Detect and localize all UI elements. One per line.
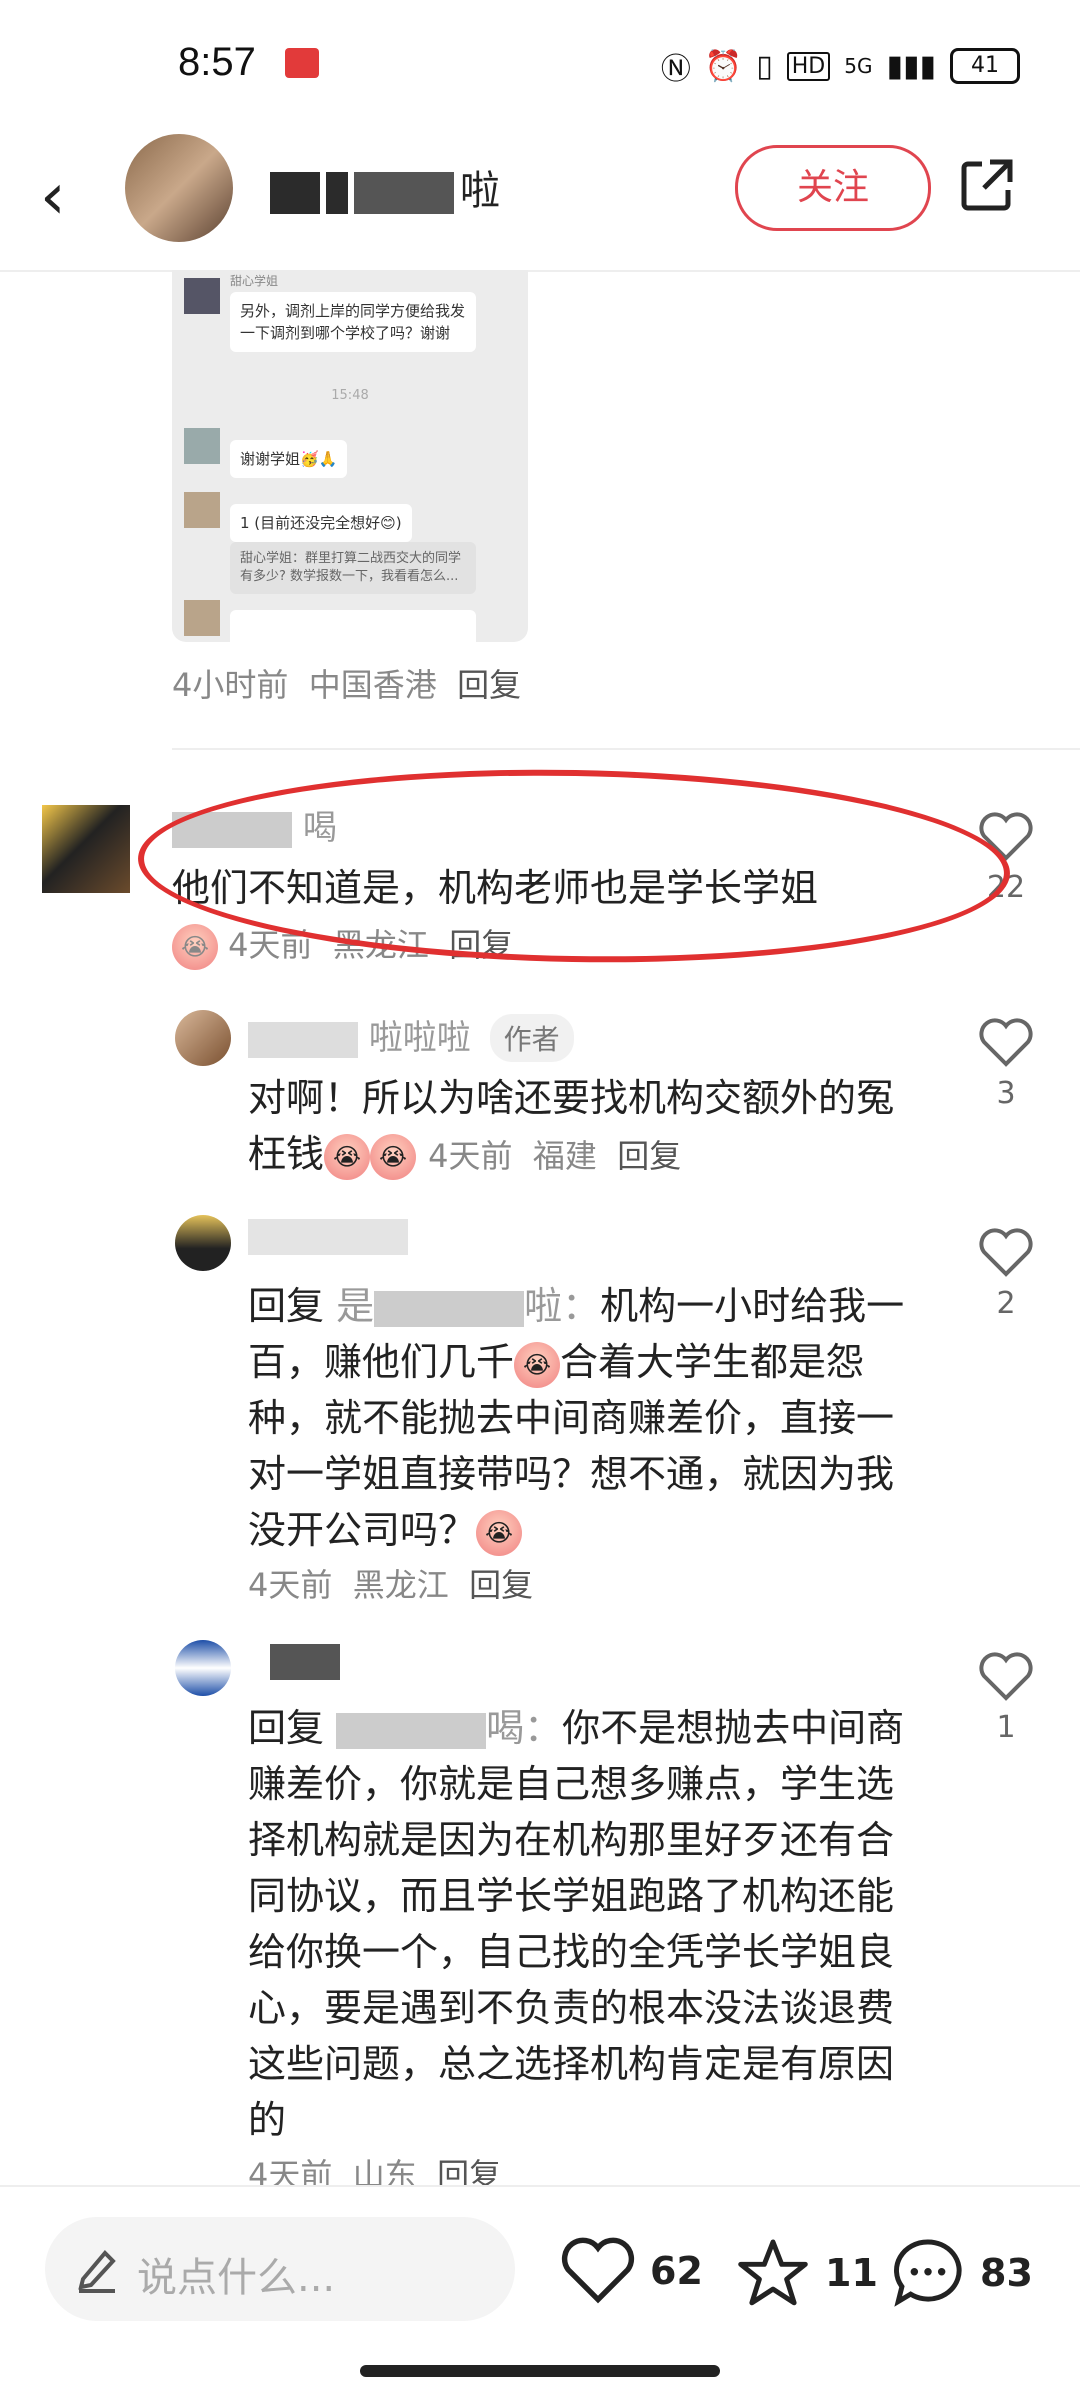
app-notification-icon	[285, 48, 319, 78]
commenter-avatar[interactable]	[175, 1640, 231, 1696]
comment-count: 83	[980, 2251, 1033, 2295]
comment-time: 4天前	[428, 1137, 513, 1175]
follow-button[interactable]: 关注	[735, 145, 931, 231]
comment-location: 福建	[532, 1137, 597, 1175]
heart-icon	[979, 1652, 1033, 1701]
nfc-icon: Ⓝ	[660, 52, 691, 87]
comment-text[interactable]: 对啊！所以为啥还要找机构交额外的冤枉钱 😭 😭 4天前 福建 回复	[248, 1070, 928, 1184]
comment-bubble-icon	[894, 2239, 962, 2307]
commenter-name[interactable]: 啦啦啦 作者	[248, 1010, 574, 1062]
chat-bubble: 1 (目前还没完全想好😊)	[230, 504, 412, 542]
collect-button[interactable]: 11	[735, 2237, 878, 2309]
home-indicator[interactable]	[360, 2365, 720, 2377]
comment-text-body: 你不是想抛去中间商赚差价，你就是自己想多赚点，学生选择机构就是因为在机构那里好歹…	[248, 1706, 905, 2142]
reply-button[interactable]: 回复	[457, 666, 521, 704]
comment-time: 4小时前	[172, 666, 289, 704]
redacted-block	[336, 1712, 487, 1749]
commenter-name-visible: 啦啦啦	[368, 1018, 471, 1058]
chat-avatar	[184, 600, 220, 636]
post-header: ‹ 啦 关注	[0, 130, 1080, 272]
star-icon	[738, 2239, 808, 2306]
chat-avatar	[184, 428, 220, 464]
redacted-block	[374, 1290, 525, 1327]
chat-avatar	[184, 492, 220, 528]
bottom-action-bar: 说点什么... 62 11 83	[0, 2185, 1080, 2402]
network-label: 5G	[844, 54, 873, 78]
chat-sender-name: 甜心学姐	[230, 274, 279, 288]
status-bar: 8:57 Ⓝ ⏰ ▯ HD 5G ▮▮▮ 41	[0, 0, 1080, 130]
like-button[interactable]: 2	[966, 1228, 1046, 1321]
signal-icon: ▮▮▮	[886, 48, 936, 84]
reply-button[interactable]: 回复	[469, 1566, 533, 1604]
commenter-avatar[interactable]	[42, 805, 130, 893]
chat-quote: 甜心学姐：群里打算二战西交大的同学有多少? 数学报数一下，我看看怎么...	[230, 542, 476, 594]
redacted-block	[270, 172, 320, 214]
redacted-block	[270, 1643, 340, 1680]
reply-button[interactable]: 回复	[617, 1137, 681, 1175]
like-count: 1	[996, 1710, 1016, 1745]
comment-meta: 4天前 福建 回复	[428, 1137, 681, 1175]
reply-target[interactable]: 喝：	[336, 1706, 562, 1750]
heart-icon	[561, 2237, 635, 2304]
commenter-name[interactable]	[248, 1215, 408, 1255]
like-count: 3	[996, 1076, 1016, 1111]
heart-icon	[979, 1018, 1033, 1067]
chat-screenshot-image[interactable]: 甜心学姐 另外，调剂上岸的同学方便给我发一下调剂到哪个学校了吗？谢谢 15:48…	[172, 270, 528, 642]
redacted-block	[248, 1218, 408, 1255]
alarm-icon: ⏰	[704, 48, 743, 84]
chat-avatar	[184, 278, 220, 314]
author-tag: 作者	[489, 1014, 574, 1062]
redacted-block	[248, 1021, 358, 1058]
redacted-block	[354, 172, 454, 214]
crying-emoji-icon: 😭	[370, 1133, 417, 1180]
crying-emoji-icon: 😭	[324, 1133, 371, 1180]
reply-target-suffix: 喝：	[486, 1706, 563, 1750]
share-icon[interactable]	[960, 158, 1014, 212]
crying-emoji-icon: 😭	[172, 924, 218, 970]
commenter-avatar[interactable]	[175, 1010, 231, 1066]
like-post-button[interactable]: 62	[560, 2237, 703, 2305]
crying-emoji-icon: 😭	[476, 1509, 523, 1556]
like-count: 62	[650, 2249, 703, 2293]
chat-time: 15:48	[331, 388, 369, 403]
status-icons: Ⓝ ⏰ ▯ HD 5G ▮▮▮ 41	[661, 44, 1020, 88]
like-button[interactable]: 1	[966, 1652, 1046, 1745]
back-icon[interactable]: ‹	[40, 160, 66, 234]
star-count: 11	[825, 2251, 878, 2295]
divider	[172, 748, 1080, 750]
redacted-block	[326, 172, 348, 214]
pen-icon	[78, 2250, 116, 2293]
vibrate-icon: ▯	[756, 48, 773, 84]
author-avatar[interactable]	[125, 134, 233, 242]
chat-bubble: 另外，调剂上岸的同学方便给我发一下调剂到哪个学校了吗？谢谢	[230, 292, 476, 352]
battery-icon: 41	[950, 48, 1020, 84]
comment-meta: 4天前 黑龙江 回复	[248, 1560, 533, 1606]
reply-target[interactable]: 是 啦：	[336, 1284, 600, 1328]
comments-button[interactable]: 83	[890, 2237, 1033, 2309]
reply-target-suffix: 啦：	[524, 1284, 601, 1328]
comment-time: 4天前	[248, 1566, 333, 1604]
comment-input-placeholder: 说点什么...	[137, 2255, 336, 2301]
heart-icon	[979, 1228, 1033, 1277]
like-button[interactable]: 3	[966, 1018, 1046, 1111]
author-name[interactable]: 啦	[270, 158, 502, 216]
chat-bubble: 谢谢学姐🥳🙏	[230, 440, 348, 478]
commenter-name[interactable]	[270, 1640, 340, 1680]
comment-meta: 4小时前 中国香港 回复	[172, 660, 521, 706]
reply-target-visible: 是	[336, 1284, 375, 1328]
comment-location: 中国香港	[308, 666, 437, 704]
crying-emoji-icon: 😭	[514, 1341, 561, 1388]
comment-text[interactable]: 回复 是啦：机构一小时给我一百，赚他们几千 😭 合着大学生都是怨种，就不能抛去中间商…	[248, 1278, 928, 1558]
comment-text[interactable]: 回复 喝：你不是想抛去中间商赚差价，你就是自己想多赚点，学生选择机构就是因为在机…	[248, 1700, 928, 2148]
status-time: 8:57	[178, 40, 256, 84]
comment-location: 黑龙江	[352, 1566, 449, 1604]
commenter-avatar[interactable]	[175, 1215, 231, 1271]
reply-prefix: 回复	[248, 1706, 325, 1750]
reply-prefix: 回复	[248, 1284, 325, 1328]
hd-icon: HD	[786, 51, 831, 81]
comment-input[interactable]: 说点什么...	[45, 2217, 515, 2321]
chat-bubble	[230, 610, 476, 642]
author-name-suffix: 啦	[460, 168, 502, 214]
like-count: 2	[996, 1286, 1016, 1321]
